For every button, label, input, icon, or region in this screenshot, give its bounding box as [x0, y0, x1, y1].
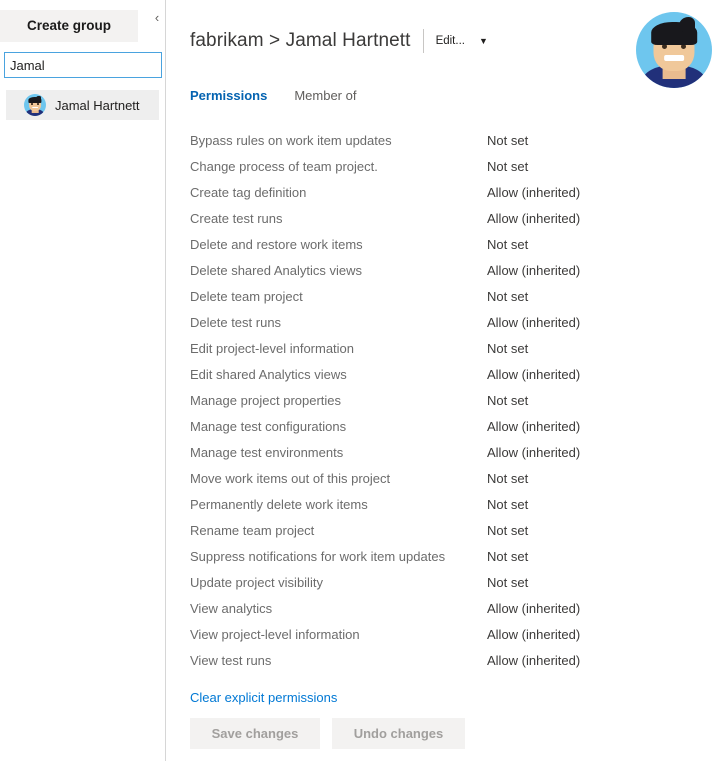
permission-name: View project-level information — [190, 626, 360, 642]
table-row[interactable]: Manage project properties Not set — [190, 387, 700, 413]
avatar — [24, 94, 46, 116]
permission-value[interactable]: Not set — [487, 289, 528, 304]
save-changes-button[interactable]: Save changes — [190, 718, 320, 749]
permission-name: Bypass rules on work item updates — [190, 132, 392, 148]
permissions-table: Bypass rules on work item updates Not set… — [190, 127, 700, 673]
table-row[interactable]: Suppress notifications for work item upd… — [190, 543, 700, 569]
permission-value[interactable]: Allow (inherited) — [487, 185, 580, 200]
chevron-down-icon[interactable]: ▼ — [479, 36, 488, 46]
breadcrumb: fabrikam > Jamal Hartnett — [190, 30, 411, 51]
table-row[interactable]: View analytics Allow (inherited) — [190, 595, 700, 621]
table-row[interactable]: Bypass rules on work item updates Not set — [190, 127, 700, 153]
permission-value[interactable]: Not set — [487, 471, 528, 486]
permission-value[interactable]: Not set — [487, 159, 528, 174]
user-avatar[interactable] — [636, 12, 712, 88]
permission-value[interactable]: Not set — [487, 341, 528, 356]
table-row[interactable]: Delete and restore work items Not set — [190, 231, 700, 257]
table-row[interactable]: Rename team project Not set — [190, 517, 700, 543]
table-row[interactable]: Manage test configurations Allow (inherit… — [190, 413, 700, 439]
table-row[interactable]: Delete test runs Allow (inherited) — [190, 309, 700, 335]
create-group-button[interactable]: Create group — [0, 10, 138, 42]
permission-value[interactable]: Not set — [487, 237, 528, 252]
permission-value[interactable]: Allow (inherited) — [487, 445, 580, 460]
permission-value[interactable]: Allow (inherited) — [487, 419, 580, 434]
table-row[interactable]: Create test runs Allow (inherited) — [190, 205, 700, 231]
permission-name: Suppress notifications for work item upd… — [190, 548, 446, 564]
chevron-left-icon[interactable]: ‹ — [150, 10, 164, 26]
permission-value[interactable]: Not set — [487, 549, 528, 564]
permission-name: Create test runs — [190, 210, 283, 226]
permission-value[interactable]: Allow (inherited) — [487, 601, 580, 616]
identity-sidebar: Create group ‹ Jamal Hartnett — [0, 0, 166, 761]
permission-value[interactable]: Not set — [487, 523, 528, 538]
permission-name: View test runs — [190, 652, 272, 668]
permission-value[interactable]: Allow (inherited) — [487, 315, 580, 330]
list-item[interactable]: Jamal Hartnett — [6, 90, 159, 120]
table-row[interactable]: Update project visibility Not set — [190, 569, 700, 595]
permission-name: Move work items out of this project — [190, 470, 391, 486]
permission-name: Edit shared Analytics views — [190, 366, 347, 382]
permission-value[interactable]: Allow (inherited) — [487, 653, 580, 668]
permission-name: Manage test environments — [190, 444, 344, 460]
table-row[interactable]: Manage test environments Allow (inherited… — [190, 439, 700, 465]
permission-value[interactable]: Not set — [487, 393, 528, 408]
permission-value[interactable]: Allow (inherited) — [487, 263, 580, 278]
table-row[interactable]: Move work items out of this project Not s… — [190, 465, 700, 491]
search-input[interactable] — [4, 52, 162, 78]
permission-value[interactable]: Allow (inherited) — [487, 627, 580, 642]
table-row[interactable]: Change process of team project. Not set — [190, 153, 700, 179]
breadcrumb-header: fabrikam > Jamal Hartnett Edit... ▼ — [190, 27, 488, 55]
table-row[interactable]: Delete shared Analytics views Allow (inhe… — [190, 257, 700, 283]
edit-button[interactable]: Edit... — [436, 35, 465, 47]
permission-name: Delete shared Analytics views — [190, 262, 362, 278]
header-divider — [422, 29, 424, 53]
permission-value[interactable]: Not set — [487, 497, 528, 512]
permission-name: Manage project properties — [190, 392, 342, 408]
table-row[interactable]: Permanently delete work items Not set — [190, 491, 700, 517]
permission-name: Permanently delete work items — [190, 496, 368, 512]
permission-name: Edit project-level information — [190, 340, 355, 356]
permission-name: View analytics — [190, 600, 273, 616]
tab-permissions[interactable]: Permissions — [190, 88, 267, 103]
permission-name: Update project visibility — [190, 574, 323, 590]
permission-value[interactable]: Not set — [487, 133, 528, 148]
identity-details-panel: fabrikam > Jamal Hartnett Edit... ▼ Perm… — [167, 0, 724, 761]
permission-name: Manage test configurations — [190, 418, 347, 434]
permission-name: Rename team project — [190, 522, 315, 538]
search-results-list: Jamal Hartnett — [6, 90, 159, 120]
table-row[interactable]: Create tag definition Allow (inherited) — [190, 179, 700, 205]
clear-explicit-permissions-link[interactable]: Clear explicit permissions — [190, 690, 337, 705]
table-row[interactable]: Delete team project Not set — [190, 283, 700, 309]
list-item-label: Jamal Hartnett — [55, 97, 140, 113]
tab-bar: Permissions Member of — [190, 88, 383, 103]
permission-value[interactable]: Allow (inherited) — [487, 367, 580, 382]
action-button-row: Save changes Undo changes — [190, 718, 465, 749]
permission-value[interactable]: Not set — [487, 575, 528, 590]
permission-name: Delete and restore work items — [190, 236, 363, 252]
tab-member-of[interactable]: Member of — [294, 88, 356, 103]
permission-value[interactable]: Allow (inherited) — [487, 211, 580, 226]
undo-changes-button[interactable]: Undo changes — [332, 718, 465, 749]
table-row[interactable]: Edit shared Analytics views Allow (inheri… — [190, 361, 700, 387]
permission-name: Delete test runs — [190, 314, 282, 330]
table-row[interactable]: View project-level information Allow (inh… — [190, 621, 700, 647]
permission-name: Change process of team project. — [190, 158, 378, 174]
permission-name: Delete team project — [190, 288, 303, 304]
permission-name: Create tag definition — [190, 184, 307, 200]
table-row[interactable]: Edit project-level information Not set — [190, 335, 700, 361]
table-row[interactable]: View test runs Allow (inherited) — [190, 647, 700, 673]
